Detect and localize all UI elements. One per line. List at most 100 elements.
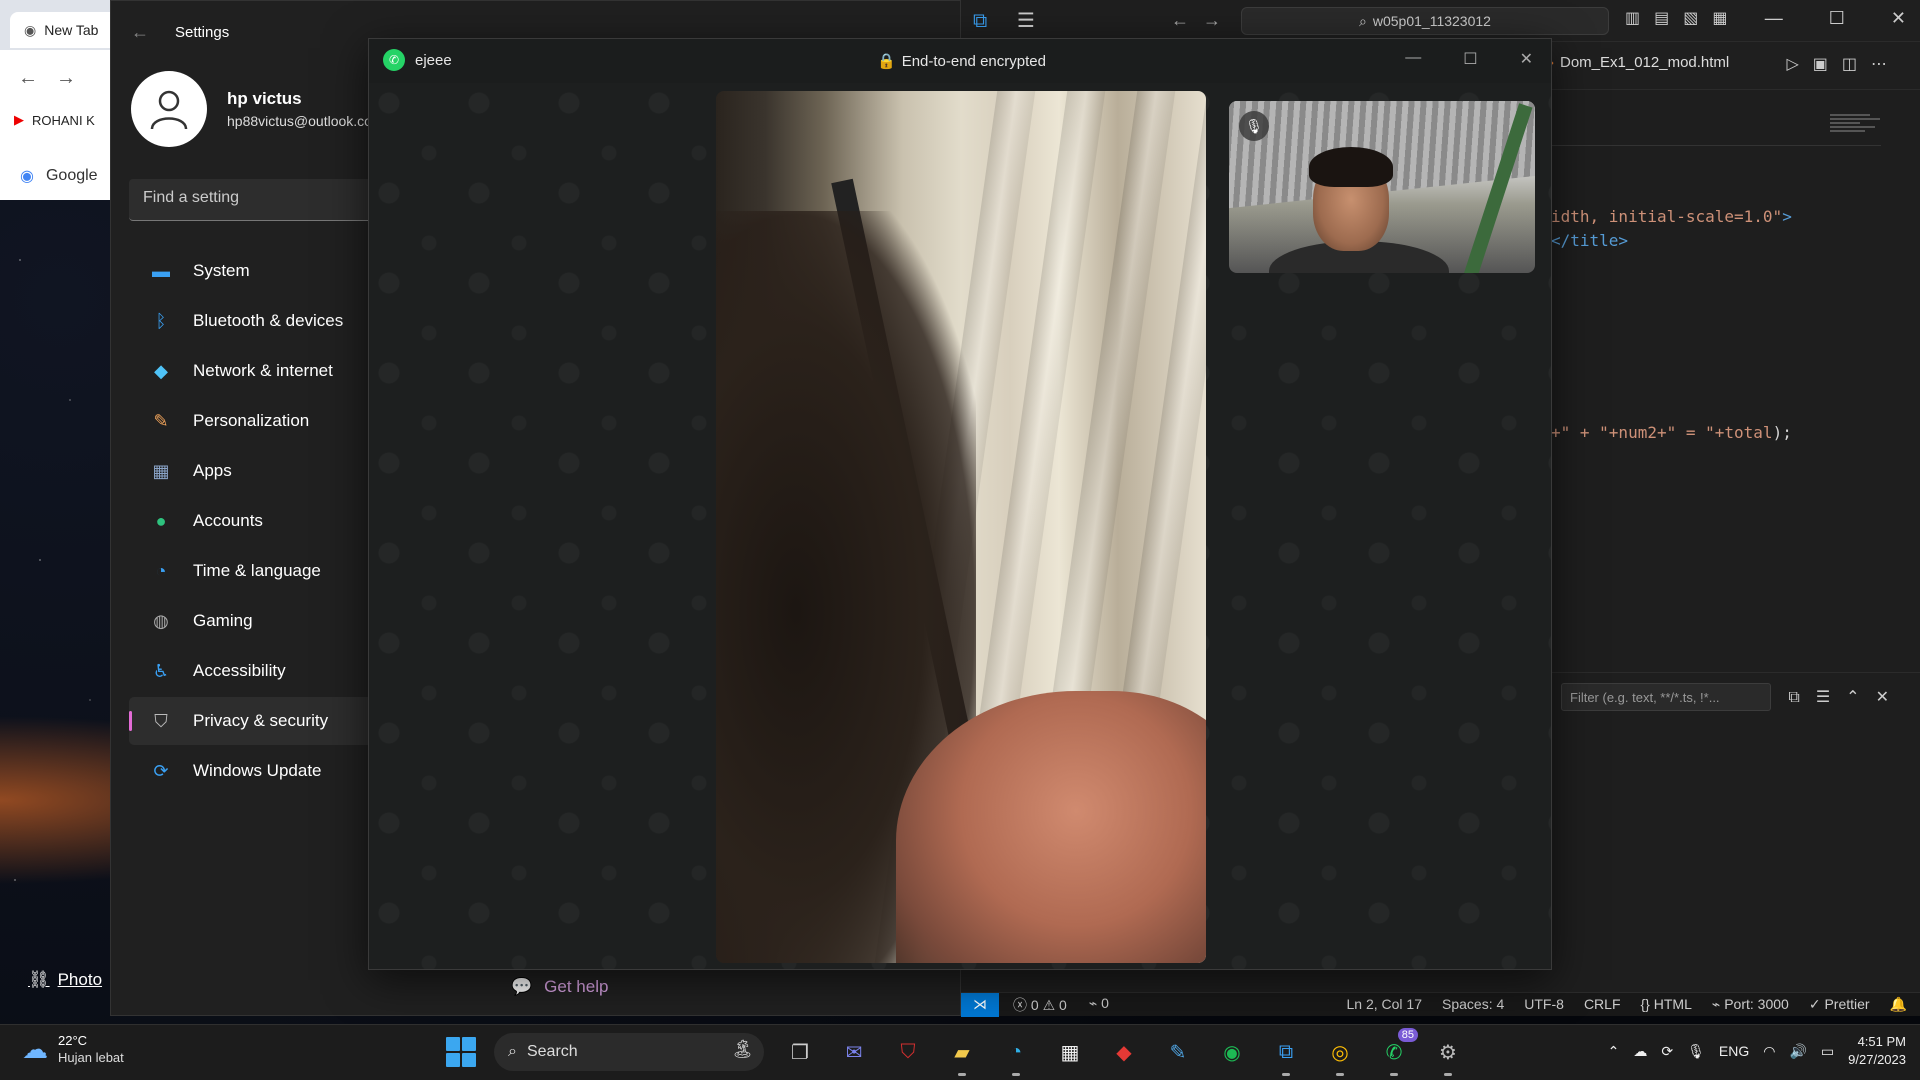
live-server-port[interactable]: ⌁ Port: 3000 [1712,996,1789,1013]
chrome-icon: ◉ [24,21,37,38]
settings-taskbar-icon[interactable]: ⚙ [1430,1034,1466,1076]
onedrive-icon[interactable]: ☁ [1633,1043,1647,1060]
encoding-setting[interactable]: UTF-8 [1524,996,1564,1013]
cursor-position[interactable]: Ln 2, Col 17 [1347,996,1423,1013]
close-icon[interactable]: ✕ [1891,8,1906,29]
sidebar-item-windows-update[interactable]: ⟳ Windows Update [129,747,399,795]
eol-setting[interactable]: CRLF [1584,996,1621,1013]
brush-icon: ✎ [153,410,169,431]
code-editor[interactable]: idth, initial-scale=1.0"> </title> +" + … [1551,205,1792,445]
teams-chat-icon[interactable]: ✉ [836,1034,872,1070]
close-icon[interactable]: ✕ [1520,49,1533,69]
sidebar-item-label: Personalization [193,411,310,430]
panel-actions[interactable]: ⧉☰⌃✕ [1788,687,1905,707]
chrome-shortcut-google[interactable]: ◉ Google [20,166,98,186]
minimap[interactable] [1830,112,1890,148]
sidebar-item-bluetooth-devices[interactable]: ᛒ Bluetooth & devices [129,297,399,345]
chevron-up-icon[interactable]: ⌃ [1608,1043,1620,1060]
taskbar: ☁ 22°C Hujan lebat ⌕ Search 🏝 ❐ ✉ ⛉ ▰ ◔ … [0,1024,1920,1080]
language-mode[interactable]: {} HTML [1641,996,1692,1013]
sidebar-item-system[interactable]: ▬ System [129,247,399,295]
port-label: Port: 3000 [1724,996,1789,1012]
find-setting-input[interactable]: Find a setting [129,179,389,221]
monitor-icon: ▬ [152,260,170,281]
edge-icon[interactable]: ◔ [998,1034,1034,1076]
minimize-icon[interactable]: — [1405,49,1421,69]
python-idle-icon[interactable]: ✎ [1160,1034,1196,1070]
clock-time: 4:51 PM [1857,1034,1906,1049]
language-label: HTML [1653,996,1692,1012]
code-line-total-end: ); [1772,423,1792,442]
sidebar-item-gaming[interactable]: ◍ Gaming [129,597,399,645]
chrome-bookmark[interactable]: ▶ ROHANI K [14,112,95,128]
self-video-preview[interactable]: 🎙 [1229,101,1535,273]
remote-video-feed [716,91,1206,963]
sidebar-item-network-internet[interactable]: ◆ Network & internet [129,347,399,395]
chrome-nav: ← → [0,50,120,106]
shield-icon: ⛉ [154,710,168,731]
vscode-taskbar-icon[interactable]: ⧉ [1268,1034,1304,1076]
sidebar-item-privacy-security[interactable]: ⛉ Privacy & security [129,697,399,745]
command-center-text: w05p01_11323012 [1372,13,1491,29]
code-line-total: +" + "+num2+" = "+total [1551,423,1773,442]
clock[interactable]: 4:51 PM 9/27/2023 [1848,1033,1906,1069]
battery-icon[interactable]: ▭ [1821,1043,1834,1060]
file-explorer-icon[interactable]: ▰ [944,1034,980,1076]
sidebar-item-apps[interactable]: ▦ Apps [129,447,399,495]
red-diamond-app-icon[interactable]: ◆ [1106,1034,1142,1070]
lock-icon: 🔒 [877,53,896,70]
chrome-logo-icon: ◉ [20,168,34,185]
mcafee-icon[interactable]: ⛉ [890,1034,926,1070]
language-indicator[interactable]: ENG [1719,1043,1749,1059]
wifi-icon[interactable]: ◠ [1763,1043,1775,1060]
problems-indicator[interactable]: ⓧ 0 ⚠ 0 [1013,995,1067,1015]
chrome-tab[interactable]: ◉ New Tab [10,12,120,48]
panel-filter-input[interactable]: Filter (e.g. text, **/*.ts, !*... [1561,683,1771,711]
sidebar-item-personalization[interactable]: ✎ Personalization [129,397,399,445]
command-center-search[interactable]: ⌕ w05p01_11323012 [1241,7,1609,35]
start-button[interactable] [446,1037,476,1067]
nav-arrows[interactable]: ←→ [1171,10,1235,31]
indent-setting[interactable]: Spaces: 4 [1442,996,1504,1013]
sidebar-item-accounts[interactable]: ● Accounts [129,497,399,545]
microsoft-store-icon[interactable]: ▦ [1052,1034,1088,1070]
minimize-icon[interactable]: — [1765,8,1783,29]
profile-card[interactable]: hp victus hp88victus@outlook.com [131,71,384,147]
wallpaper-photo-link[interactable]: ⛓ Photo [28,970,102,990]
whatsapp-taskbar-icon[interactable]: ✆ 85 [1376,1028,1418,1076]
back-arrow-icon[interactable]: ← [131,22,149,43]
task-view-icon[interactable]: ❐ [782,1034,818,1070]
editor-actions[interactable]: ▷▣◫⋯ [1786,54,1901,74]
ports-indicator[interactable]: ⌁ 0 [1089,995,1109,1015]
sync-icon[interactable]: ⟳ [1661,1043,1673,1060]
vscode-statusbar: ⋊ ⓧ 0 ⚠ 0 ⌁ 0 Ln 2, Col 17 Spaces: 4 UTF… [961,992,1920,1017]
editor-tab[interactable]: › Dom_Ex1_012_mod.html [1549,54,1729,71]
spotify-icon[interactable]: ◉ [1214,1034,1250,1070]
encryption-label: End-to-end encrypted [901,52,1046,70]
hamburger-menu-icon[interactable]: ☰ [1017,8,1035,33]
formatter-label: Prettier [1824,996,1870,1012]
vscode-logo-icon: ⧉ [973,10,988,32]
forward-arrow-icon[interactable]: → [56,67,76,90]
shortcut-label: Google [45,167,98,184]
sidebar-item-accessibility[interactable]: ♿ Accessibility [129,647,399,695]
search-icon: ⌕ [1359,12,1367,29]
sidebar-item-time-language[interactable]: ◔ Time & language [129,547,399,595]
mic-muted-icon[interactable]: 🎙 [1687,1043,1705,1060]
weather-widget[interactable]: ☁ 22°C Hujan lebat [22,1033,124,1065]
maximize-icon[interactable]: ☐ [1463,49,1477,69]
volume-icon[interactable]: 🔊 [1789,1043,1806,1060]
chrome-taskbar-icon[interactable]: ◎ [1322,1034,1358,1076]
layout-toggle-icons[interactable]: ▥▤▧▦ [1625,8,1741,28]
maximize-icon[interactable]: ☐ [1829,8,1845,29]
apps-icon: ▦ [152,460,170,481]
remote-indicator-icon[interactable]: ⋊ [961,992,999,1017]
link-icon: ⛓ [28,970,50,989]
settings-title: Settings [175,23,230,41]
sidebar-item-label: Gaming [193,611,253,630]
notification-bell-icon[interactable]: 🔔 [1890,996,1907,1013]
back-arrow-icon[interactable]: ← [18,67,38,90]
taskbar-search[interactable]: ⌕ Search 🏝 [494,1033,764,1071]
get-help-link[interactable]: 💬 Get help [511,977,608,997]
prettier-status[interactable]: ✓ Prettier [1809,996,1870,1013]
